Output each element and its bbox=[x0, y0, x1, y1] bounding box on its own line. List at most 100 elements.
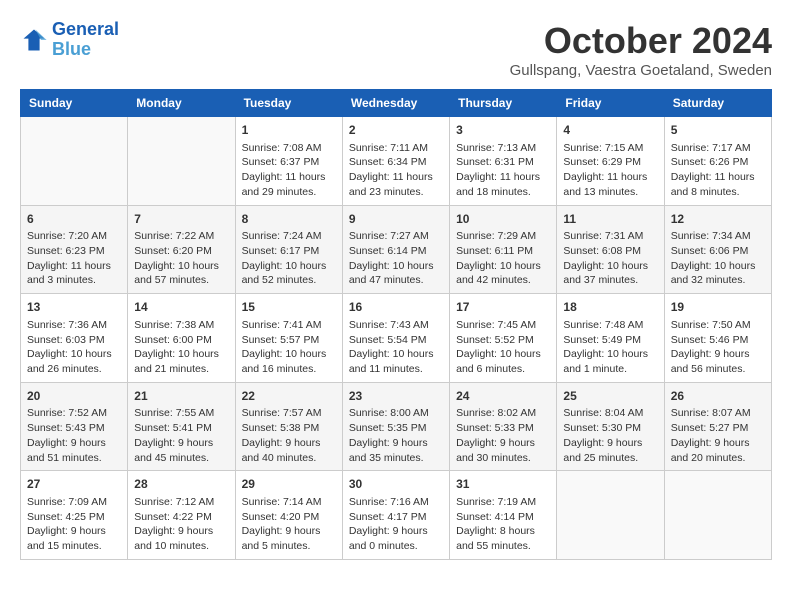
day-number: 18 bbox=[563, 299, 657, 316]
day-number: 6 bbox=[27, 211, 121, 228]
calendar-cell: 13 Sunrise: 7:36 AM Sunset: 6:03 PM Dayli… bbox=[21, 294, 128, 383]
calendar-cell: 29 Sunrise: 7:14 AM Sunset: 4:20 PM Dayli… bbox=[235, 471, 342, 560]
day-info: Sunrise: 7:20 AM Sunset: 6:23 PM Dayligh… bbox=[27, 229, 121, 288]
day-number: 17 bbox=[456, 299, 550, 316]
weekday-header-wednesday: Wednesday bbox=[342, 90, 449, 117]
weekday-header-tuesday: Tuesday bbox=[235, 90, 342, 117]
day-info: Sunrise: 7:19 AM Sunset: 4:14 PM Dayligh… bbox=[456, 495, 550, 554]
calendar-cell: 26Sunrise: 8:07 AM Sunset: 5:27 PM Dayli… bbox=[664, 382, 771, 471]
calendar-cell: 8Sunrise: 7:24 AM Sunset: 6:17 PM Daylig… bbox=[235, 205, 342, 294]
day-info: Sunrise: 7:12 AM Sunset: 4:22 PM Dayligh… bbox=[134, 495, 228, 554]
day-info: Sunrise: 7:55 AM Sunset: 5:41 PM Dayligh… bbox=[134, 406, 228, 465]
day-info: Sunrise: 7:29 AM Sunset: 6:11 PM Dayligh… bbox=[456, 229, 550, 288]
day-info: Sunrise: 7:22 AM Sunset: 6:20 PM Dayligh… bbox=[134, 229, 228, 288]
weekday-row: SundayMondayTuesdayWednesdayThursdayFrid… bbox=[21, 90, 772, 117]
month-title: October 2024 bbox=[510, 20, 772, 62]
day-info: Sunrise: 7:17 AM Sunset: 6:26 PM Dayligh… bbox=[671, 141, 765, 200]
day-number: 8 bbox=[242, 211, 336, 228]
weekday-header-friday: Friday bbox=[557, 90, 664, 117]
day-info: Sunrise: 7:50 AM Sunset: 5:46 PM Dayligh… bbox=[671, 318, 765, 377]
day-info: Sunrise: 7:14 AM Sunset: 4:20 PM Dayligh… bbox=[242, 495, 336, 554]
calendar-cell: 6Sunrise: 7:20 AM Sunset: 6:23 PM Daylig… bbox=[21, 205, 128, 294]
calendar-cell: 7Sunrise: 7:22 AM Sunset: 6:20 PM Daylig… bbox=[128, 205, 235, 294]
day-number: 27 bbox=[27, 476, 121, 493]
calendar-cell: 31 Sunrise: 7:19 AM Sunset: 4:14 PM Dayli… bbox=[450, 471, 557, 560]
day-number: 26 bbox=[671, 388, 765, 405]
calendar-cell: 12Sunrise: 7:34 AM Sunset: 6:06 PM Dayli… bbox=[664, 205, 771, 294]
day-number: 16 bbox=[349, 299, 443, 316]
day-number: 9 bbox=[349, 211, 443, 228]
day-number: 29 bbox=[242, 476, 336, 493]
calendar-cell: 18 Sunrise: 7:48 AM Sunset: 5:49 PM Dayli… bbox=[557, 294, 664, 383]
calendar-cell: 2Sunrise: 7:11 AM Sunset: 6:34 PM Daylig… bbox=[342, 117, 449, 206]
day-number: 25 bbox=[563, 388, 657, 405]
day-info: Sunrise: 7:16 AM Sunset: 4:17 PM Dayligh… bbox=[349, 495, 443, 554]
calendar-cell: 25Sunrise: 8:04 AM Sunset: 5:30 PM Dayli… bbox=[557, 382, 664, 471]
calendar-cell bbox=[128, 117, 235, 206]
calendar-cell: 23Sunrise: 8:00 AM Sunset: 5:35 PM Dayli… bbox=[342, 382, 449, 471]
day-info: Sunrise: 7:43 AM Sunset: 5:54 PM Dayligh… bbox=[349, 318, 443, 377]
page-header: General Blue October 2024 Gullspang, Vae… bbox=[20, 20, 772, 79]
day-info: Sunrise: 7:36 AM Sunset: 6:03 PM Dayligh… bbox=[27, 318, 121, 377]
week-row-5: 27 Sunrise: 7:09 AM Sunset: 4:25 PM Dayli… bbox=[21, 471, 772, 560]
day-info: Sunrise: 8:07 AM Sunset: 5:27 PM Dayligh… bbox=[671, 406, 765, 465]
weekday-header-saturday: Saturday bbox=[664, 90, 771, 117]
day-info: Sunrise: 8:04 AM Sunset: 5:30 PM Dayligh… bbox=[563, 406, 657, 465]
weekday-header-monday: Monday bbox=[128, 90, 235, 117]
calendar-cell: 30 Sunrise: 7:16 AM Sunset: 4:17 PM Dayli… bbox=[342, 471, 449, 560]
location-subtitle: Gullspang, Vaestra Goetaland, Sweden bbox=[510, 62, 772, 79]
weekday-header-thursday: Thursday bbox=[450, 90, 557, 117]
day-info: Sunrise: 8:00 AM Sunset: 5:35 PM Dayligh… bbox=[349, 406, 443, 465]
day-info: Sunrise: 7:48 AM Sunset: 5:49 PM Dayligh… bbox=[563, 318, 657, 377]
day-info: Sunrise: 7:57 AM Sunset: 5:38 PM Dayligh… bbox=[242, 406, 336, 465]
day-number: 11 bbox=[563, 211, 657, 228]
day-info: Sunrise: 7:15 AM Sunset: 6:29 PM Dayligh… bbox=[563, 141, 657, 200]
day-info: Sunrise: 7:31 AM Sunset: 6:08 PM Dayligh… bbox=[563, 229, 657, 288]
calendar-body: 1Sunrise: 7:08 AM Sunset: 6:37 PM Daylig… bbox=[21, 117, 772, 560]
weekday-header-sunday: Sunday bbox=[21, 90, 128, 117]
day-number: 19 bbox=[671, 299, 765, 316]
calendar-cell: 4 Sunrise: 7:15 AM Sunset: 6:29 PM Daylig… bbox=[557, 117, 664, 206]
day-info: Sunrise: 7:27 AM Sunset: 6:14 PM Dayligh… bbox=[349, 229, 443, 288]
day-number: 24 bbox=[456, 388, 550, 405]
calendar-cell: 24Sunrise: 8:02 AM Sunset: 5:33 PM Dayli… bbox=[450, 382, 557, 471]
calendar-cell: 15Sunrise: 7:41 AM Sunset: 5:57 PM Dayli… bbox=[235, 294, 342, 383]
calendar-cell: 21Sunrise: 7:55 AM Sunset: 5:41 PM Dayli… bbox=[128, 382, 235, 471]
day-info: Sunrise: 7:45 AM Sunset: 5:52 PM Dayligh… bbox=[456, 318, 550, 377]
calendar-cell: 19 Sunrise: 7:50 AM Sunset: 5:46 PM Dayli… bbox=[664, 294, 771, 383]
day-number: 10 bbox=[456, 211, 550, 228]
calendar-cell: 20Sunrise: 7:52 AM Sunset: 5:43 PM Dayli… bbox=[21, 382, 128, 471]
calendar-cell: 16 Sunrise: 7:43 AM Sunset: 5:54 PM Dayli… bbox=[342, 294, 449, 383]
day-info: Sunrise: 7:52 AM Sunset: 5:43 PM Dayligh… bbox=[27, 406, 121, 465]
day-info: Sunrise: 7:09 AM Sunset: 4:25 PM Dayligh… bbox=[27, 495, 121, 554]
week-row-2: 6Sunrise: 7:20 AM Sunset: 6:23 PM Daylig… bbox=[21, 205, 772, 294]
calendar-cell: 5 Sunrise: 7:17 AM Sunset: 6:26 PM Daylig… bbox=[664, 117, 771, 206]
day-number: 12 bbox=[671, 211, 765, 228]
week-row-3: 13 Sunrise: 7:36 AM Sunset: 6:03 PM Dayli… bbox=[21, 294, 772, 383]
calendar-cell: 27 Sunrise: 7:09 AM Sunset: 4:25 PM Dayli… bbox=[21, 471, 128, 560]
calendar-cell bbox=[664, 471, 771, 560]
day-number: 3 bbox=[456, 122, 550, 139]
title-block: October 2024 Gullspang, Vaestra Goetalan… bbox=[510, 20, 772, 79]
week-row-4: 20Sunrise: 7:52 AM Sunset: 5:43 PM Dayli… bbox=[21, 382, 772, 471]
day-info: Sunrise: 8:02 AM Sunset: 5:33 PM Dayligh… bbox=[456, 406, 550, 465]
calendar-cell: 17 Sunrise: 7:45 AM Sunset: 5:52 PM Dayli… bbox=[450, 294, 557, 383]
day-number: 23 bbox=[349, 388, 443, 405]
day-number: 4 bbox=[563, 122, 657, 139]
day-number: 30 bbox=[349, 476, 443, 493]
logo-text: General Blue bbox=[52, 20, 119, 60]
day-number: 2 bbox=[349, 122, 443, 139]
calendar-cell bbox=[21, 117, 128, 206]
calendar-cell: 10Sunrise: 7:29 AM Sunset: 6:11 PM Dayli… bbox=[450, 205, 557, 294]
day-info: Sunrise: 7:24 AM Sunset: 6:17 PM Dayligh… bbox=[242, 229, 336, 288]
day-number: 5 bbox=[671, 122, 765, 139]
day-info: Sunrise: 7:38 AM Sunset: 6:00 PM Dayligh… bbox=[134, 318, 228, 377]
day-info: Sunrise: 7:13 AM Sunset: 6:31 PM Dayligh… bbox=[456, 141, 550, 200]
calendar-cell: 28Sunrise: 7:12 AM Sunset: 4:22 PM Dayli… bbox=[128, 471, 235, 560]
logo-icon bbox=[20, 26, 48, 54]
day-info: Sunrise: 7:34 AM Sunset: 6:06 PM Dayligh… bbox=[671, 229, 765, 288]
calendar-cell: 22Sunrise: 7:57 AM Sunset: 5:38 PM Dayli… bbox=[235, 382, 342, 471]
calendar-table: SundayMondayTuesdayWednesdayThursdayFrid… bbox=[20, 89, 772, 560]
day-number: 31 bbox=[456, 476, 550, 493]
day-number: 13 bbox=[27, 299, 121, 316]
